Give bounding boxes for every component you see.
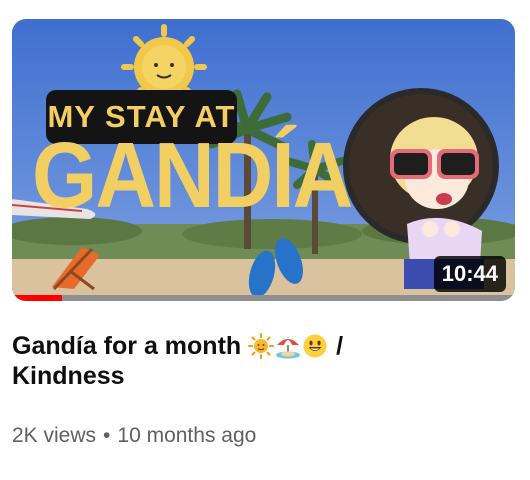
video-title-text: Gandía for a month	[12, 332, 242, 360]
smiley-emoji-icon	[303, 334, 327, 358]
duration-badge: 10:44	[433, 256, 506, 292]
beach-umbrella-emoji-icon	[276, 339, 301, 359]
video-title-suffix: /	[336, 332, 344, 360]
video-thumbnail[interactable]: MY STAY AT GANDÍA 10:44	[12, 19, 515, 301]
video-metadata: 2K views • 10 months ago	[12, 424, 256, 448]
video-title-line2: Kindness	[12, 362, 125, 390]
view-count: 2K views	[12, 424, 97, 447]
upload-age: 10 months ago	[117, 424, 257, 447]
video-card[interactable]: MY STAY AT GANDÍA 10:44 Gandía for a mon…	[0, 0, 530, 480]
video-title[interactable]: Gandía for a month / Kindness	[12, 331, 492, 391]
watch-progress-fill	[12, 295, 63, 301]
sun-emoji-icon	[248, 333, 275, 359]
watch-progress-bar	[12, 295, 515, 301]
thumbnail-overlay-title: GANDÍA	[32, 123, 353, 227]
meta-separator: •	[103, 424, 111, 447]
